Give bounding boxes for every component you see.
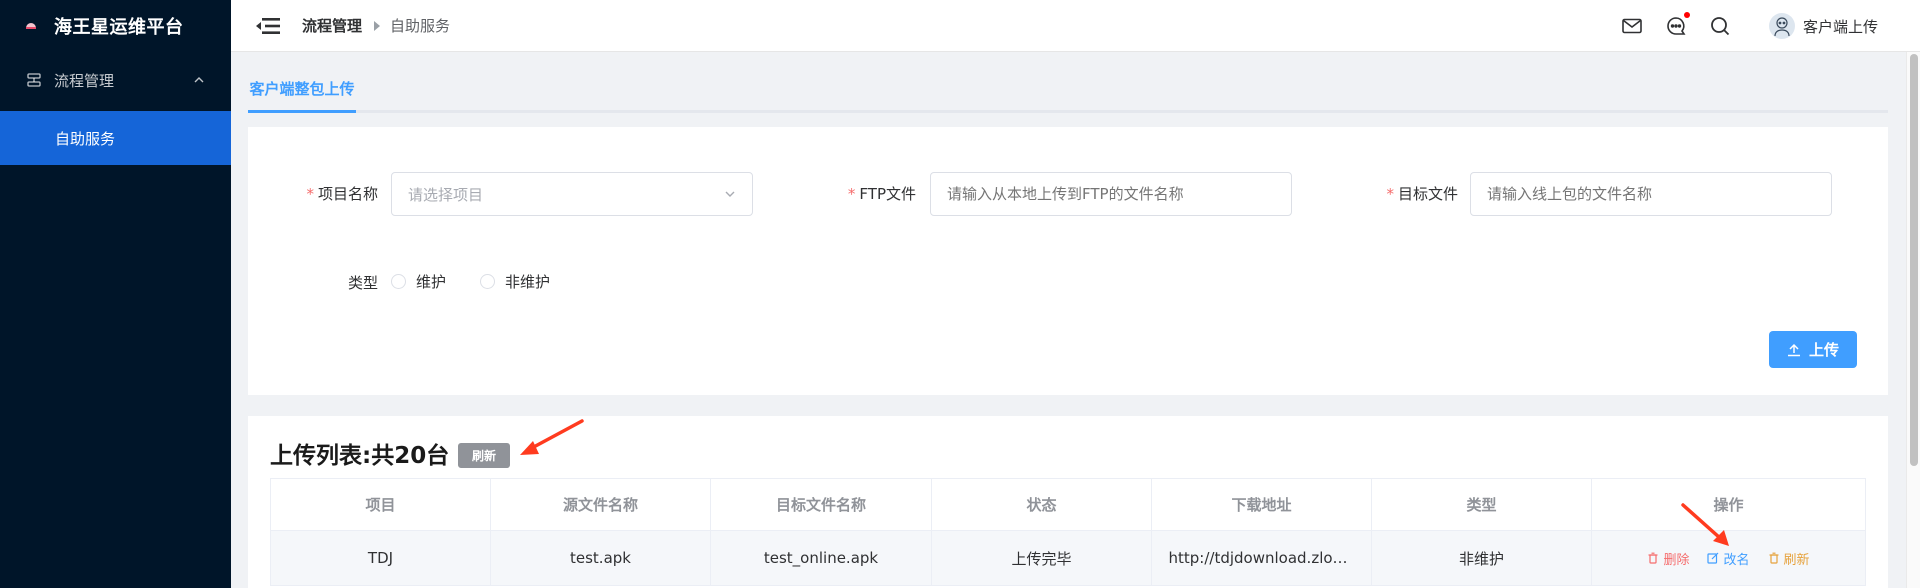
- notification-dot: [1683, 12, 1690, 18]
- table-header: 项目 源文件名称 目标文件名称 状态 下载地址 类型 操作: [271, 479, 1865, 531]
- upload-button[interactable]: 上传: [1769, 331, 1857, 368]
- scrollbar-thumb[interactable]: [1910, 54, 1918, 466]
- column-header: 类型: [1372, 479, 1592, 530]
- breadcrumb-current: 自助服务: [390, 17, 451, 35]
- menu-fold-icon[interactable]: [256, 16, 280, 36]
- upload-table: 项目 源文件名称 目标文件名称 状态 下载地址 类型 操作 TDJ test.a…: [270, 478, 1866, 586]
- radio-maintenance[interactable]: 维护: [391, 271, 446, 292]
- chevron-up-icon: [194, 77, 204, 83]
- top-header: 流程管理 自助服务 客户端上传: [231, 0, 1920, 52]
- upload-list: 上传列表:共20台 刷新 项目 源文件名称 目标文件名称 状态 下载地址 类型 …: [248, 416, 1888, 588]
- mail-icon[interactable]: [1621, 15, 1643, 37]
- column-header: 下载地址: [1152, 479, 1372, 530]
- sidebar-item-label: 自助服务: [55, 129, 116, 148]
- project-select[interactable]: 请选择项目: [391, 172, 753, 216]
- chevron-down-icon: [725, 191, 735, 197]
- username[interactable]: 客户端上传: [1803, 16, 1878, 37]
- cell-type: 非维护: [1372, 531, 1592, 585]
- page-scrollbar[interactable]: [1906, 52, 1920, 588]
- cell-project: TDJ: [271, 531, 491, 585]
- sidebar-group-process[interactable]: 流程管理: [0, 52, 231, 108]
- ftp-label: * FTP文件: [847, 185, 916, 203]
- radio-non-maintenance[interactable]: 非维护: [480, 271, 550, 292]
- breadcrumb-separator-icon: [374, 20, 381, 31]
- list-refresh-button[interactable]: 刷新: [458, 443, 510, 468]
- sidebar-group-label: 流程管理: [54, 71, 115, 90]
- logo[interactable]: 海王星运维平台: [0, 0, 231, 52]
- column-header: 状态: [932, 479, 1152, 530]
- edit-icon: [1707, 552, 1719, 564]
- delete-button[interactable]: 删除: [1647, 549, 1689, 568]
- target-file-input[interactable]: [1470, 172, 1832, 216]
- column-header: 操作: [1713, 496, 1744, 514]
- cell-download-url: http://tdjdownload.zlongame.com/test_onl…: [1152, 531, 1372, 585]
- cell-target-file: test_online.apk: [711, 531, 932, 585]
- cell-actions: 删除 改名 刷新: [1592, 531, 1865, 585]
- cell-status: 上传完毕: [932, 531, 1152, 585]
- tab-client-upload[interactable]: 客户端整包上传: [248, 66, 356, 113]
- process-icon: [27, 73, 41, 87]
- sidebar-item-self-service[interactable]: 自助服务: [0, 111, 231, 165]
- table-row: TDJ test.apk test_online.apk 上传完毕 http:/…: [271, 531, 1865, 585]
- radio-circle[interactable]: [480, 274, 495, 289]
- search-icon[interactable]: [1709, 15, 1731, 37]
- ftp-file-input[interactable]: [930, 172, 1292, 216]
- refresh-icon: [1769, 552, 1778, 564]
- sidebar: 海王星运维平台 流程管理 自助服务: [0, 0, 231, 588]
- rename-button[interactable]: 改名: [1707, 549, 1750, 568]
- delete-icon: [1648, 552, 1658, 564]
- chat-icon[interactable]: [1665, 12, 1690, 37]
- header-actions: 客户端上传: [1621, 0, 1920, 52]
- upload-icon: [1787, 343, 1800, 356]
- avatar[interactable]: [1768, 13, 1795, 39]
- column-header: 项目: [271, 479, 491, 530]
- breadcrumb-parent[interactable]: 流程管理: [302, 15, 362, 36]
- cell-source-file: test.apk: [491, 531, 711, 585]
- target-label: * 目标文件: [1386, 185, 1458, 203]
- logo-icon: [26, 21, 36, 31]
- list-title: 上传列表:共20台: [270, 443, 450, 469]
- type-label: 类型: [347, 274, 378, 292]
- upload-form: *项目名称 请选择项目 *FTP文件 *目标文件 类型 维护 非维护 上传: [248, 127, 1888, 395]
- project-label: * 项目名称: [306, 185, 378, 203]
- column-header: 源文件名称: [491, 479, 711, 530]
- column-header: 目标文件名称: [711, 479, 932, 530]
- app-title: 海王星运维平台: [54, 17, 184, 38]
- tab-bar: 客户端整包上传: [248, 66, 1888, 113]
- refresh-row-button[interactable]: 刷新: [1768, 549, 1810, 568]
- radio-circle[interactable]: [391, 274, 406, 289]
